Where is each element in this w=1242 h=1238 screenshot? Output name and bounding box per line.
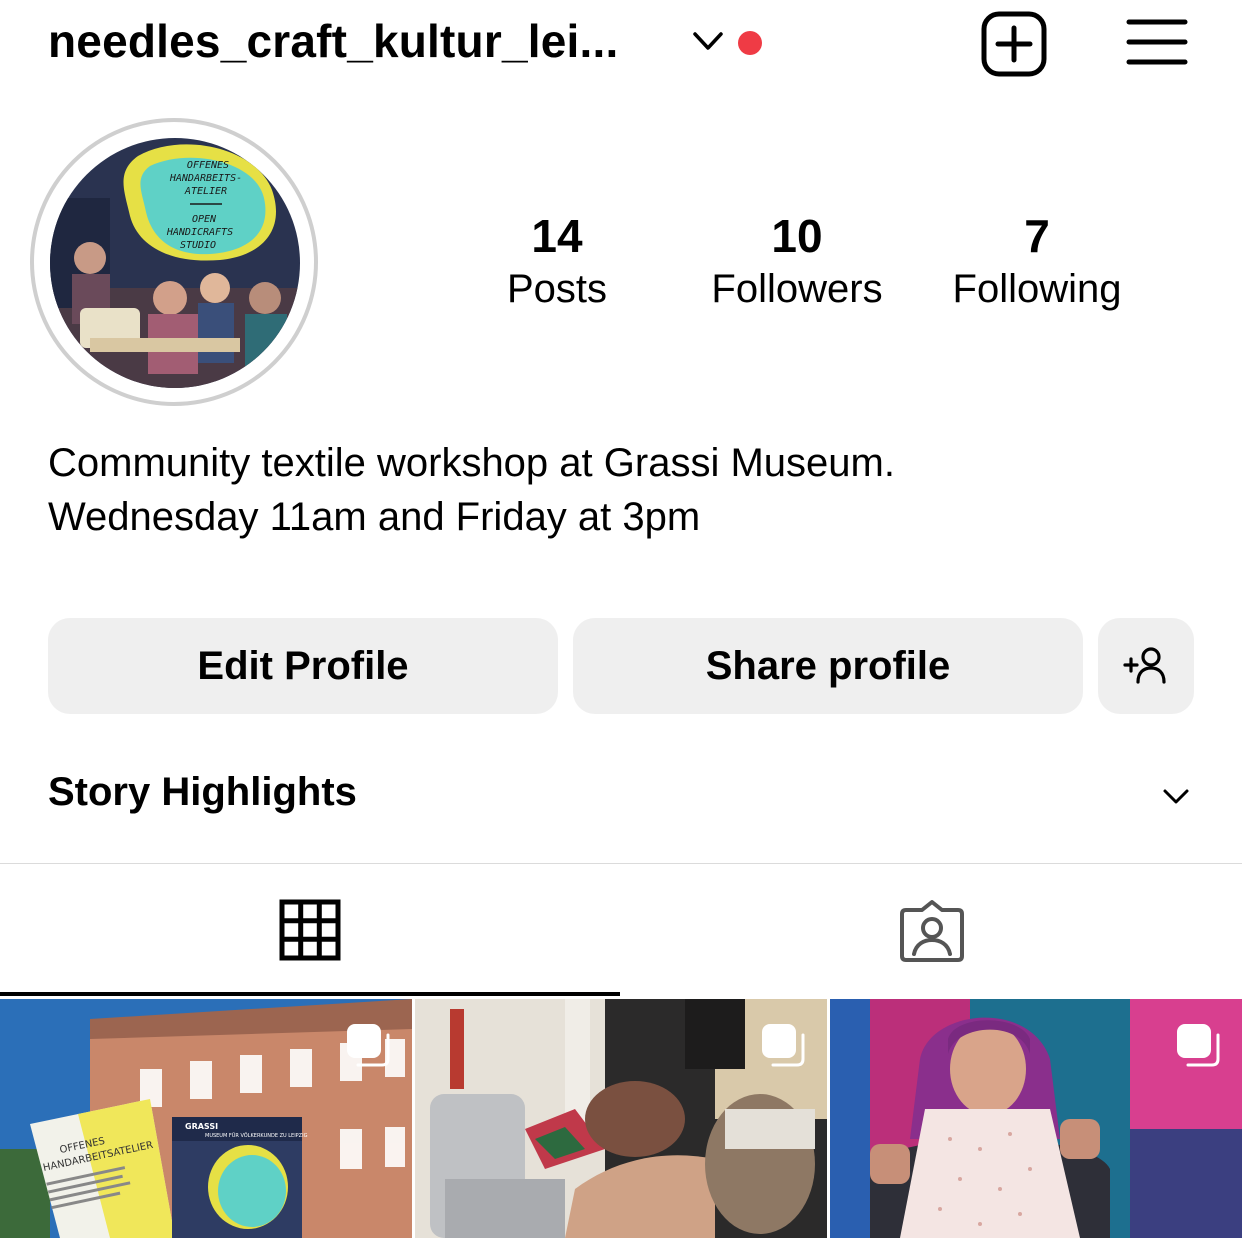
chevron-down-icon[interactable] xyxy=(1160,786,1192,808)
avatar-text-en-2: HANDICRAFTS xyxy=(166,227,233,238)
account-username[interactable]: needles_craft_kultur_lei... xyxy=(48,14,618,68)
stat-followers[interactable]: 10 Followers xyxy=(677,210,917,316)
grid-icon xyxy=(279,899,341,961)
avatar[interactable]: OFFENES HANDARBEITS- ATELIER OPEN HANDIC… xyxy=(50,138,300,388)
avatar-text-de-3: ATELIER xyxy=(184,186,227,197)
avatar-text-de-1: OFFENES xyxy=(187,160,229,171)
stat-following-label: Following xyxy=(952,267,1122,311)
stat-followers-label: Followers xyxy=(711,267,883,311)
stat-posts-label: Posts xyxy=(506,267,608,311)
post-thumbnail[interactable] xyxy=(415,999,827,1238)
share-profile-button[interactable]: Share profile xyxy=(573,618,1083,714)
stat-following[interactable]: 7 Following xyxy=(917,210,1157,316)
carousel-icon xyxy=(762,1024,805,1067)
post-thumbnail[interactable]: OFFENES HANDARBEITSATELIER GRASSI MUSEUM… xyxy=(0,999,412,1238)
stat-following-value: 7 xyxy=(1024,210,1050,262)
stat-posts[interactable]: 14 Posts xyxy=(437,210,677,316)
stat-posts-value: 14 xyxy=(531,210,583,262)
carousel-icon xyxy=(1177,1024,1220,1067)
plus-square-icon[interactable] xyxy=(980,10,1048,78)
bio-line: Community textile workshop at Grassi Mus… xyxy=(48,441,895,485)
carousel-icon xyxy=(347,1024,390,1067)
chevron-down-icon[interactable] xyxy=(692,30,724,52)
stat-followers-value: 10 xyxy=(771,210,823,262)
avatar-text-en-1: OPEN xyxy=(192,214,217,225)
profile-bio: Community textile workshop at Grassi Mus… xyxy=(48,436,895,544)
avatar-text-de-2: HANDARBEITS- xyxy=(169,173,242,184)
active-tab-indicator xyxy=(0,992,620,996)
tab-tagged[interactable] xyxy=(621,864,1242,996)
notification-dot xyxy=(738,31,762,55)
add-person-icon xyxy=(1123,647,1166,684)
post-thumbnail[interactable] xyxy=(830,999,1242,1238)
edit-profile-button[interactable]: Edit Profile xyxy=(48,618,558,714)
avatar-text-en-3: STUDIO xyxy=(180,240,216,251)
bio-line: Wednesday 11am and Friday at 3pm xyxy=(48,495,701,539)
avatar-image: OFFENES HANDARBEITS- ATELIER OPEN HANDIC… xyxy=(50,138,300,388)
flyer-museum: GRASSI xyxy=(185,1122,218,1131)
discover-people-button[interactable] xyxy=(1098,618,1194,714)
flyer-museum-name: MUSEUM FÜR VÖLKERKUNDE ZU LEIPZIG xyxy=(205,1132,308,1139)
tagged-person-icon xyxy=(899,900,964,962)
hamburger-menu-icon[interactable] xyxy=(1126,17,1188,67)
story-highlights-title[interactable]: Story Highlights xyxy=(48,770,357,815)
tab-posts-grid[interactable] xyxy=(0,864,620,996)
